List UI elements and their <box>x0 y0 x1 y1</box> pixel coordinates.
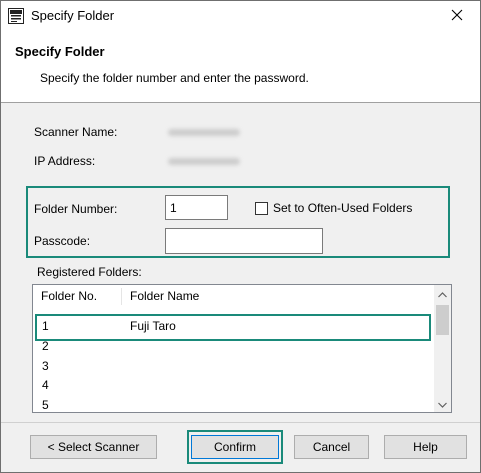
row-folder-no: 4 <box>42 378 49 392</box>
scanner-name-value-redacted <box>168 129 240 136</box>
table-row[interactable]: 3 <box>33 357 433 376</box>
scroll-thumb[interactable] <box>436 305 449 335</box>
column-folder-name[interactable]: Folder Name <box>122 285 322 307</box>
registered-folders-label: Registered Folders: <box>37 265 142 279</box>
passcode-input[interactable] <box>165 228 323 254</box>
often-used-checkbox[interactable] <box>255 202 268 215</box>
often-used-label[interactable]: Set to Often-Used Folders <box>273 201 412 215</box>
header-subtitle: Specify the folder number and enter the … <box>40 71 309 85</box>
close-button[interactable] <box>434 1 480 31</box>
row-folder-no: 3 <box>42 359 49 373</box>
help-button[interactable]: Help <box>384 435 467 459</box>
title-bar[interactable]: Specify Folder <box>1 1 480 31</box>
column-folder-no[interactable]: Folder No. <box>33 285 123 307</box>
scroll-up-button[interactable] <box>434 285 451 302</box>
scroll-down-button[interactable] <box>434 395 451 412</box>
cancel-button[interactable]: Cancel <box>294 435 369 459</box>
dialog-header: Specify Folder Specify the folder number… <box>1 31 480 103</box>
folder-number-label: Folder Number: <box>34 202 118 216</box>
specify-folder-dialog: Specify Folder Specify Folder Specify th… <box>0 0 481 473</box>
ip-address-value-redacted <box>168 158 240 165</box>
list-scrollbar[interactable] <box>434 285 451 412</box>
chevron-up-icon <box>438 287 447 301</box>
registered-folders-list[interactable]: Folder No. Folder Name 1 Fuji Taro 2 3 4… <box>32 284 452 413</box>
list-header: Folder No. Folder Name <box>33 285 433 307</box>
window-title: Specify Folder <box>31 8 115 23</box>
confirm-button[interactable]: Confirm <box>191 435 279 459</box>
selected-row-highlight <box>35 314 431 341</box>
scanner-app-icon <box>8 8 24 24</box>
passcode-label: Passcode: <box>34 234 91 248</box>
ip-address-label: IP Address: <box>34 154 96 168</box>
header-title: Specify Folder <box>15 44 105 59</box>
table-row[interactable]: 5 <box>33 396 433 412</box>
folder-number-input[interactable] <box>165 195 228 220</box>
chevron-down-icon <box>438 397 447 411</box>
close-icon <box>451 9 463 24</box>
row-folder-no: 5 <box>42 398 49 412</box>
scanner-name-label: Scanner Name: <box>34 125 118 139</box>
table-row[interactable]: 4 <box>33 376 433 395</box>
select-scanner-button[interactable]: < Select Scanner <box>30 435 157 459</box>
dialog-footer: < Select Scanner Confirm Cancel Help <box>1 422 480 472</box>
